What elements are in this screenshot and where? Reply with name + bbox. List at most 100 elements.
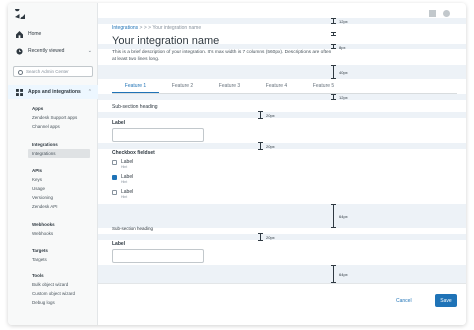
zendesk-logo-icon[interactable] [15, 9, 25, 19]
spacing-marker [258, 142, 263, 150]
chevron-up-icon: ⌃ [87, 89, 92, 95]
product-tray-icon[interactable] [429, 10, 436, 17]
spacing-marker [331, 94, 336, 100]
search-placeholder: Search Admin Center [26, 69, 69, 74]
tab-divider [112, 93, 457, 94]
spacing-label: 20px [266, 235, 275, 240]
avatar[interactable] [443, 10, 450, 17]
sidebar-section-tools: Tools Bulk object wizard Custom object w… [8, 271, 98, 307]
home-icon [16, 30, 23, 38]
main-content: 12px 8px 40px 12px 20px 20px 64px 20px 6… [98, 3, 466, 325]
nav-apps-integrations-label: Apps and integrations [28, 89, 81, 95]
sidebar-item-webhooks[interactable]: Webhooks [8, 229, 98, 238]
tab-feature-1[interactable]: Feature 1 [112, 81, 159, 93]
sidebar-item-custom-object-wizard[interactable]: Custom object wizard [8, 289, 98, 298]
search-icon [18, 69, 23, 75]
spacing-marker [331, 65, 336, 79]
sidebar-item-zendesk-support-apps[interactable]: Zendesk Support apps [8, 113, 98, 122]
section-head: Integrations [32, 142, 58, 147]
sidebar-item-channel-apps[interactable]: Channel apps [8, 122, 98, 131]
sidebar-item-usage[interactable]: Usage [8, 184, 98, 193]
sidebar-item-bulk-object-wizard[interactable]: Bulk object wizard [8, 280, 98, 289]
spacing-marker [331, 204, 336, 228]
sidebar-item-targets[interactable]: Targets [8, 255, 98, 264]
tab-feature-2[interactable]: Feature 2 [159, 81, 206, 93]
checkbox-row[interactable]: Label Hint [112, 174, 133, 184]
spacing-label: 64px [339, 272, 348, 277]
save-button[interactable]: Save [435, 294, 457, 307]
checkbox-row[interactable]: Label Hint [112, 159, 133, 169]
text-input[interactable] [112, 128, 204, 142]
spacing-marker [331, 265, 336, 283]
sidebar-section-integrations: Integrations Integrations [8, 140, 98, 158]
spacing-band [98, 65, 466, 79]
sidebar-item-debug-logs[interactable]: Debug logs [8, 298, 98, 307]
spacing-band [98, 143, 466, 149]
section-head: Apps [32, 106, 44, 111]
tab-list: Feature 1 Feature 2 Feature 3 Feature 4 … [112, 81, 347, 93]
section-head: Tools [32, 273, 44, 278]
spacing-band [98, 94, 466, 100]
sidebar-section-apis: APIs Keys Usage Versioning Zendesk API [8, 166, 98, 211]
spacing-band [98, 234, 466, 240]
topbar [429, 10, 450, 17]
checkbox[interactable] [112, 190, 117, 195]
footer: Cancel Save [98, 283, 466, 325]
spacing-label: 8px [339, 44, 346, 50]
breadcrumb-current: Your integration name [152, 25, 202, 31]
checkbox[interactable] [112, 160, 117, 165]
search-input[interactable]: Search Admin Center [13, 66, 93, 77]
sidebar-section-apps: Apps Zendesk Support apps Channel apps [8, 104, 98, 131]
section-head: APIs [32, 168, 43, 173]
spacing-band [98, 265, 466, 283]
spacing-marker [258, 111, 263, 119]
breadcrumb-separator: > > > [138, 25, 153, 31]
sidebar-item-versioning[interactable]: Versioning [8, 193, 98, 202]
spacing-label: 12px [339, 19, 348, 24]
section-heading: Sub-section heading [112, 226, 154, 231]
nav-home-label: Home [28, 31, 42, 37]
field-label: Label [112, 120, 126, 126]
app-window: Home Recently viewed ⌄ Search Admin Cent… [8, 3, 466, 325]
nav-recently-viewed-label: Recently viewed [28, 48, 65, 54]
tab-feature-5[interactable]: Feature 5 [300, 81, 347, 93]
sidebar-section-targets: Targets Targets [8, 246, 98, 264]
checkbox-checked[interactable] [112, 175, 117, 180]
sidebar-item-zendesk-api[interactable]: Zendesk API [8, 202, 98, 211]
nav-recently-viewed[interactable]: Recently viewed ⌄ [8, 44, 98, 58]
spacing-band [98, 112, 466, 118]
spacing-label: 20px [266, 113, 275, 118]
breadcrumb-link[interactable]: Integrations [112, 25, 138, 31]
checkbox-hint: Hint [121, 195, 128, 199]
checkbox-hint: Hint [121, 165, 128, 169]
breadcrumb: Integrations > > > Your integration name [112, 25, 201, 31]
cancel-button[interactable]: Cancel [396, 298, 412, 304]
sidebar-item-keys[interactable]: Keys [8, 175, 98, 184]
page-title: Your integration name [112, 35, 220, 47]
nav-home[interactable]: Home [8, 27, 98, 41]
tab-feature-4[interactable]: Feature 4 [253, 81, 300, 93]
text-input[interactable] [112, 249, 204, 263]
spacing-marker [331, 18, 336, 24]
tab-feature-3[interactable]: Feature 3 [206, 81, 253, 93]
sidebar: Home Recently viewed ⌄ Search Admin Cent… [8, 3, 98, 325]
spacing-label: 12px [339, 95, 348, 100]
spacing-marker [331, 32, 336, 36]
apps-grid-icon [16, 88, 23, 96]
field-label: Label [112, 241, 126, 247]
nav-apps-integrations[interactable]: Apps and integrations ⌃ [8, 85, 98, 99]
sidebar-item-integrations[interactable]: Integrations [28, 149, 90, 158]
spacing-label: 40px [339, 70, 348, 75]
section-heading: Sub-section heading [112, 104, 158, 110]
section-head: Targets [32, 248, 48, 253]
checkbox-hint: Hint [121, 180, 128, 184]
spacing-band [98, 204, 466, 228]
spacing-label: 20px [266, 144, 275, 149]
page-description: This is a brief description of your inte… [112, 50, 332, 62]
fieldset-legend: Checkbox fieldset [112, 150, 155, 156]
spacing-label: 64px [339, 214, 348, 219]
spacing-band [98, 18, 466, 24]
checkbox-row[interactable]: Label Hint [112, 189, 133, 199]
clock-icon [16, 47, 23, 55]
sidebar-section-webhooks: Webhooks Webhooks [8, 220, 98, 238]
